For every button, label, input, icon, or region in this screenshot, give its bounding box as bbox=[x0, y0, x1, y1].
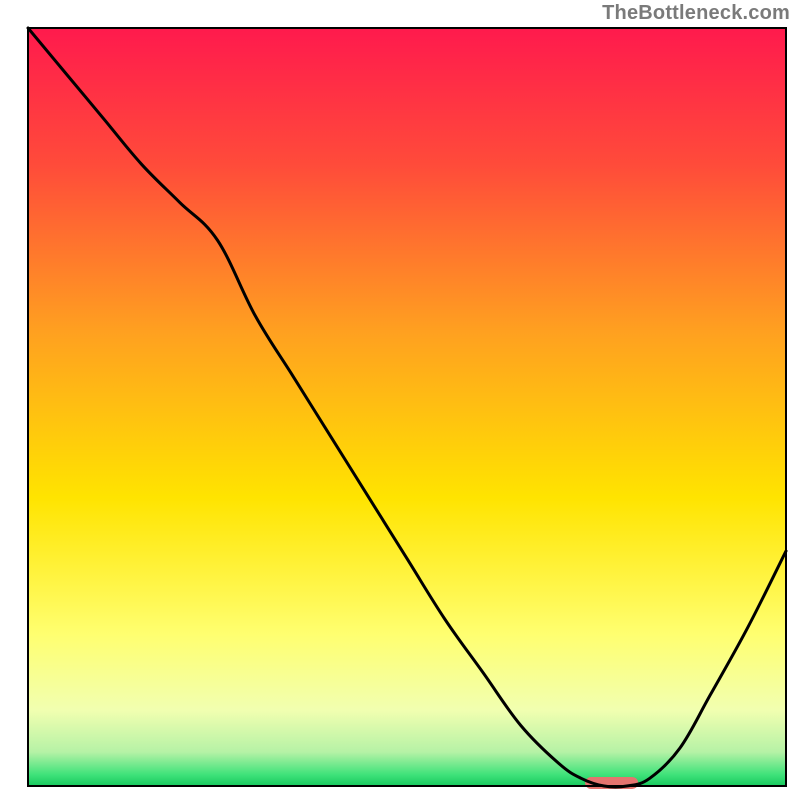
plot-area bbox=[28, 28, 786, 789]
plot-background bbox=[28, 28, 786, 786]
bottleneck-chart bbox=[0, 0, 800, 800]
chart-stage: TheBottleneck.com bbox=[0, 0, 800, 800]
watermark-text: TheBottleneck.com bbox=[602, 2, 790, 25]
